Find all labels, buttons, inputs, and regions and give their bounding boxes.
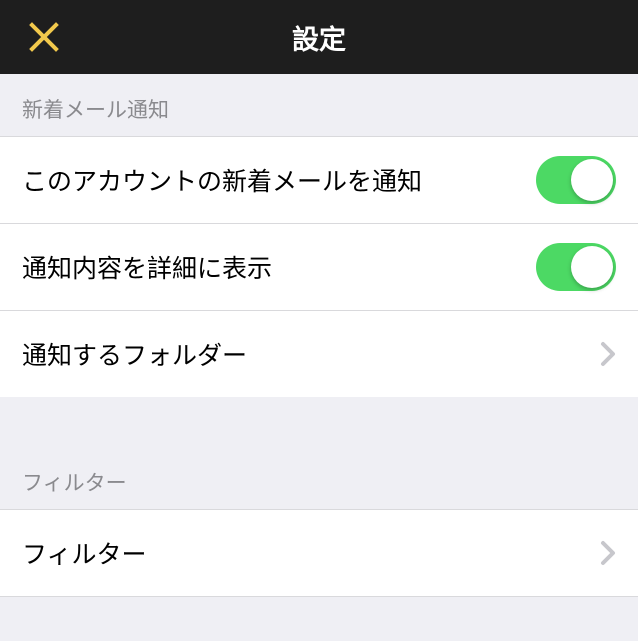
row-notify-folder[interactable]: 通知するフォルダー xyxy=(0,310,638,398)
chevron-right-icon xyxy=(600,341,616,367)
close-button[interactable] xyxy=(28,21,60,53)
section-header-notifications: 新着メール通知 xyxy=(0,74,638,136)
row-label-notify-folder: 通知するフォルダー xyxy=(22,336,588,372)
section-gap xyxy=(0,397,638,447)
toggle-notify-account[interactable] xyxy=(536,156,616,204)
section-header-filter: フィルター xyxy=(0,447,638,509)
toggle-knob xyxy=(571,159,613,201)
row-filter[interactable]: フィルター xyxy=(0,509,638,597)
toggle-knob xyxy=(571,246,613,288)
header-bar: 設定 xyxy=(0,0,638,74)
page-title: 設定 xyxy=(0,18,638,57)
row-label-show-detail: 通知内容を詳細に表示 xyxy=(22,249,536,285)
row-label-notify-account: このアカウントの新着メールを通知 xyxy=(22,162,536,198)
row-label-filter: フィルター xyxy=(22,535,588,571)
close-icon xyxy=(28,21,60,53)
toggle-show-detail[interactable] xyxy=(536,243,616,291)
row-show-detail: 通知内容を詳細に表示 xyxy=(0,223,638,311)
row-notify-account: このアカウントの新着メールを通知 xyxy=(0,136,638,224)
chevron-right-icon xyxy=(600,540,616,566)
